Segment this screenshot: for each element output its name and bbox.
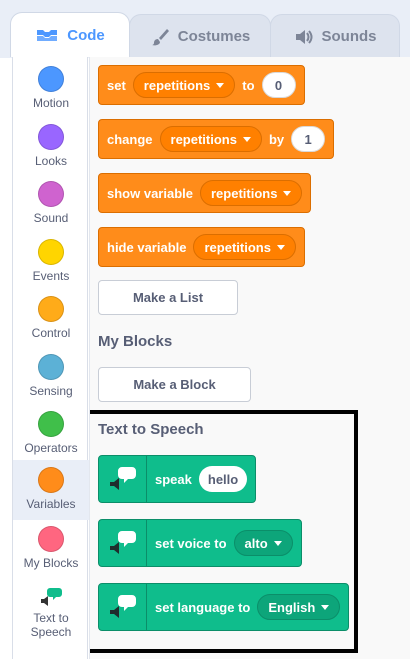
category-label: Motion (32, 96, 70, 110)
category-my-blocks[interactable]: My Blocks (13, 519, 89, 577)
block-text: set (107, 77, 126, 93)
editor-tab-bar: Code Costumes Sounds (0, 0, 410, 58)
text-to-speech-block-icon (99, 456, 147, 502)
block-text: show variable (107, 185, 193, 201)
category-label: Sensing (29, 384, 73, 398)
dropdown-value: repetitions (204, 239, 271, 255)
variable-dropdown[interactable]: repetitions (193, 234, 296, 260)
variable-dropdown[interactable]: repetitions (159, 126, 262, 152)
block-text: by (268, 131, 285, 147)
caret-down-icon (273, 540, 282, 546)
block-text: set voice to (155, 535, 227, 551)
category-label: Looks (34, 154, 68, 168)
category-looks[interactable]: Looks (13, 117, 89, 175)
text-to-speech-icon (41, 588, 62, 606)
value-input[interactable]: 1 (291, 126, 326, 152)
my-blocks-heading: My Blocks (98, 333, 173, 350)
show-variable-block[interactable]: show variable repetitions (98, 173, 312, 213)
block-text: speak (155, 471, 192, 487)
dropdown-value: alto (244, 535, 268, 551)
caret-down-icon (242, 136, 251, 142)
category-control[interactable]: Control (13, 289, 89, 347)
category-operators[interactable]: Operators (13, 404, 89, 462)
tab-costumes-label: Costumes (177, 28, 251, 45)
category-label: Operators (24, 441, 78, 455)
category-label: My Blocks (23, 556, 79, 570)
category-label: Text to Speech (30, 611, 72, 639)
text-to-speech-heading: Text to Speech (98, 421, 204, 438)
category-variables[interactable]: Variables (13, 460, 89, 520)
variable-dropdown[interactable]: repetitions (199, 180, 303, 206)
tab-code-label: Code (67, 26, 105, 44)
make-list-button[interactable]: Make a List (98, 280, 238, 315)
category-label: Events (32, 269, 70, 283)
looks-color-dot (38, 124, 64, 150)
speak-text-input[interactable]: hello (198, 466, 248, 492)
block-palette: set repetitions to 0 change repetitions … (89, 57, 410, 659)
hide-variable-block[interactable]: hide variable repetitions (98, 227, 305, 267)
dropdown-value: repetitions (170, 131, 237, 147)
my-blocks-color-dot (38, 526, 64, 552)
paintbrush-icon (151, 28, 169, 45)
voice-dropdown[interactable]: alto (233, 530, 293, 556)
dropdown-value: repetitions (143, 77, 211, 93)
caret-down-icon (216, 82, 225, 88)
caret-down-icon (321, 604, 330, 610)
category-label: Control (31, 326, 71, 340)
dropdown-value: repetitions (210, 185, 278, 201)
sensing-color-dot (38, 354, 64, 380)
category-motion[interactable]: Motion (13, 59, 89, 117)
set-language-block[interactable]: set language to English (98, 583, 350, 631)
caret-down-icon (283, 190, 292, 196)
block-text: change (107, 131, 153, 147)
motion-color-dot (38, 66, 64, 92)
control-color-dot (38, 296, 64, 322)
dropdown-value: English (268, 599, 316, 615)
sound-color-dot (38, 181, 64, 207)
set-voice-block[interactable]: set voice to alto (98, 519, 302, 567)
speak-block[interactable]: speak hello (98, 455, 257, 503)
operators-color-dot (38, 411, 64, 437)
tab-sounds-label: Sounds (321, 28, 377, 45)
category-sound[interactable]: Sound (13, 174, 89, 232)
text-to-speech-block-icon (99, 520, 147, 566)
block-text: to (242, 77, 255, 93)
variables-color-dot (38, 467, 64, 493)
change-variable-block[interactable]: change repetitions by 1 (98, 119, 335, 159)
text-to-speech-block-icon (99, 584, 147, 630)
events-color-dot (38, 239, 64, 265)
block-text: set language to (155, 599, 251, 615)
language-dropdown[interactable]: English (257, 594, 341, 620)
value-input[interactable]: 0 (261, 72, 296, 98)
set-variable-block[interactable]: set repetitions to 0 (98, 65, 305, 105)
category-label: Variables (26, 497, 76, 511)
category-menu: Motion Looks Sound Events Control Sensin… (12, 57, 89, 659)
block-text: hide variable (107, 239, 187, 255)
tab-sounds[interactable]: Sounds (270, 14, 400, 58)
tab-code[interactable]: Code (10, 12, 130, 57)
category-events[interactable]: Events (13, 232, 89, 290)
speaker-icon (295, 29, 312, 44)
tab-costumes[interactable]: Costumes (129, 14, 271, 58)
make-block-button[interactable]: Make a Block (98, 367, 251, 402)
category-label: Sound (33, 211, 69, 225)
category-text-to-speech[interactable]: Text to Speech (13, 580, 89, 650)
code-icon (37, 30, 58, 41)
category-sensing[interactable]: Sensing (13, 347, 89, 405)
variable-dropdown[interactable]: repetitions (132, 72, 236, 98)
caret-down-icon (276, 244, 285, 250)
